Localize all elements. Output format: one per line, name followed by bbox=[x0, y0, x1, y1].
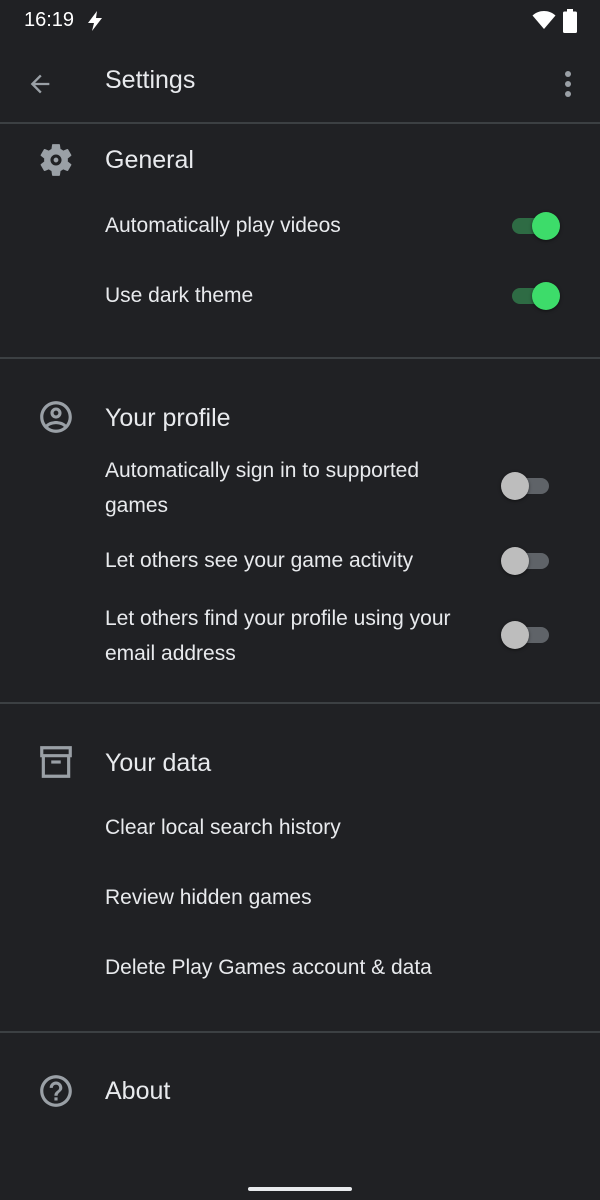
flash-icon bbox=[88, 11, 102, 31]
section-general: General Automatically play videos Use da… bbox=[0, 124, 600, 358]
setting-label: Clear local search history bbox=[105, 816, 341, 839]
page-title: Settings bbox=[105, 66, 196, 94]
arrow-back-icon bbox=[30, 74, 50, 94]
help-circle-icon bbox=[36, 1071, 76, 1111]
switch-thumb bbox=[501, 621, 529, 649]
switch-thumb bbox=[532, 212, 560, 240]
section-title-profile: Your profile bbox=[105, 404, 231, 432]
gesture-nav-handle[interactable] bbox=[248, 1187, 352, 1191]
setting-row-find-by-email[interactable]: Let others find your profile using your … bbox=[0, 601, 600, 671]
setting-row-dark-theme[interactable]: Use dark theme bbox=[0, 276, 600, 316]
switch-thumb bbox=[532, 282, 560, 310]
setting-label: Delete Play Games account & data bbox=[105, 956, 432, 979]
setting-row-clear-search-history[interactable]: Clear local search history bbox=[0, 808, 600, 848]
switch-thumb bbox=[501, 472, 529, 500]
setting-row-review-hidden-games[interactable]: Review hidden games bbox=[0, 878, 600, 918]
status-bar: 16:19 bbox=[0, 0, 600, 44]
auto-sign-in-switch[interactable] bbox=[501, 472, 549, 500]
section-title-general: General bbox=[105, 146, 194, 174]
section-about[interactable]: About bbox=[0, 1033, 600, 1143]
setting-label: Automatically sign in to supported games bbox=[105, 459, 420, 517]
game-activity-switch[interactable] bbox=[501, 547, 549, 575]
setting-label: Review hidden games bbox=[105, 886, 312, 909]
setting-label: Let others see your game activity bbox=[105, 549, 414, 572]
status-time: 16:19 bbox=[24, 9, 75, 31]
setting-row-delete-account[interactable]: Delete Play Games account & data bbox=[0, 948, 600, 988]
setting-row-game-activity[interactable]: Let others see your game activity bbox=[0, 543, 600, 583]
section-data: Your data Clear local search history Rev… bbox=[0, 704, 600, 1030]
setting-label: Use dark theme bbox=[105, 284, 254, 307]
account-circle-icon bbox=[36, 397, 76, 437]
setting-row-autoplay-videos[interactable]: Automatically play videos bbox=[0, 206, 600, 246]
setting-label: Let others find your profile using your … bbox=[105, 607, 451, 665]
find-by-email-switch[interactable] bbox=[501, 621, 549, 649]
section-title-data: Your data bbox=[105, 749, 212, 777]
setting-row-auto-sign-in[interactable]: Automatically sign in to supported games bbox=[0, 453, 600, 523]
switch-thumb bbox=[501, 547, 529, 575]
back-button[interactable] bbox=[22, 66, 58, 102]
section-profile: Your profile Automatically sign in to su… bbox=[0, 359, 600, 703]
gear-icon bbox=[36, 140, 76, 180]
wifi-icon bbox=[532, 11, 556, 29]
app-bar: Settings bbox=[0, 44, 600, 124]
battery-icon bbox=[563, 9, 577, 33]
dark-theme-switch[interactable] bbox=[512, 282, 560, 310]
section-title-about: About bbox=[105, 1077, 171, 1105]
autoplay-videos-switch[interactable] bbox=[512, 212, 560, 240]
more-vert-icon bbox=[565, 71, 571, 97]
setting-label: Automatically play videos bbox=[105, 214, 341, 237]
archive-icon bbox=[36, 742, 76, 782]
more-options-button[interactable] bbox=[552, 66, 584, 102]
